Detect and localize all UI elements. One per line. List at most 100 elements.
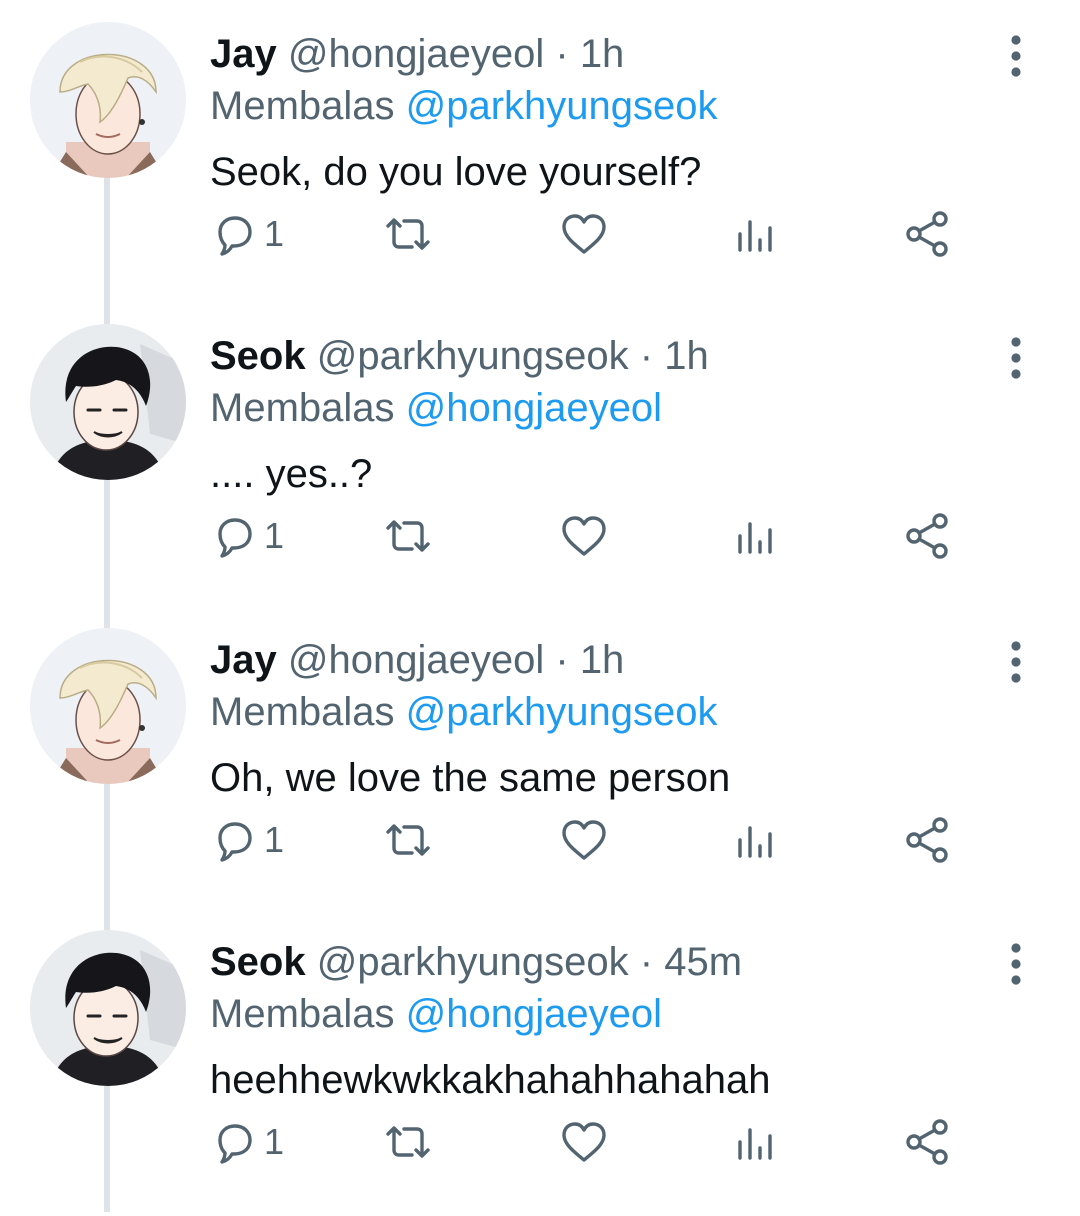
- comment-bubble-icon: [218, 518, 252, 558]
- reply-count: 1: [264, 819, 285, 860]
- retweet-button[interactable]: [380, 204, 436, 264]
- heart-icon: [562, 214, 606, 254]
- blonde-hair-avatar-image: [30, 22, 186, 178]
- action-bar: 1: [210, 810, 970, 870]
- share-button[interactable]: [902, 506, 954, 566]
- views-button[interactable]: [730, 1112, 778, 1172]
- reply-count: 1: [264, 515, 285, 556]
- reply-context: Membalas @hongjaeyeol: [210, 988, 970, 1040]
- more-options-button[interactable]: [1002, 942, 1030, 986]
- avatar[interactable]: [30, 324, 186, 480]
- views-button[interactable]: [730, 506, 778, 566]
- vertical-dots-icon: [1011, 641, 1021, 683]
- retweet-icon: [386, 218, 430, 250]
- tweet-text: Oh, we love the same person: [210, 756, 731, 800]
- separator-dot: ·: [555, 638, 569, 682]
- reply-context: Membalas @parkhyungseok: [210, 686, 970, 738]
- vertical-dots-icon: [1011, 35, 1021, 77]
- tweet-text: .... yes..?: [210, 452, 373, 496]
- display-name[interactable]: Seok: [210, 940, 306, 984]
- action-bar: 1: [210, 1112, 970, 1172]
- share-icon: [906, 1119, 948, 1165]
- action-bar: 1: [210, 204, 970, 264]
- handle[interactable]: @parkhyungseok: [317, 334, 629, 378]
- like-button[interactable]: [558, 204, 610, 264]
- reply-context: Membalas @hongjaeyeol: [210, 382, 970, 434]
- like-button[interactable]: [558, 810, 610, 870]
- more-options-button[interactable]: [1002, 34, 1030, 78]
- display-name[interactable]: Seok: [210, 334, 306, 378]
- reply-button[interactable]: 1: [210, 1112, 284, 1172]
- tweet-item[interactable]: Seok @parkhyungseok · 1h Membalas @hongj…: [0, 310, 1080, 610]
- reply-count: 1: [264, 213, 285, 254]
- comment-bubble-icon: [218, 216, 252, 256]
- reply-context: Membalas @parkhyungseok: [210, 80, 970, 132]
- tweet-header: Seok @parkhyungseok · 45m: [210, 936, 970, 988]
- like-button[interactable]: [558, 1112, 610, 1172]
- retweet-button[interactable]: [380, 506, 436, 566]
- timestamp[interactable]: 1h: [580, 32, 625, 76]
- handle[interactable]: @parkhyungseok: [317, 940, 629, 984]
- handle[interactable]: @hongjaeyeol: [288, 32, 544, 76]
- avatar[interactable]: [30, 22, 186, 178]
- bar-chart-icon: [738, 220, 772, 252]
- share-icon: [906, 817, 948, 863]
- reply-to-mention[interactable]: @parkhyungseok: [406, 690, 718, 734]
- timestamp[interactable]: 1h: [664, 334, 709, 378]
- tweet-content: Seok @parkhyungseok · 1h Membalas @hongj…: [210, 330, 970, 500]
- avatar[interactable]: [30, 930, 186, 1086]
- tweet-content: Seok @parkhyungseok · 45m Membalas @hong…: [210, 936, 970, 1106]
- reply-count: 1: [264, 1121, 285, 1162]
- display-name[interactable]: Jay: [210, 32, 277, 76]
- tweet-item[interactable]: Jay @hongjaeyeol · 1h Membalas @parkhyun…: [0, 8, 1080, 308]
- reply-thread: Jay @hongjaeyeol · 1h Membalas @parkhyun…: [0, 0, 1080, 1212]
- handle[interactable]: @hongjaeyeol: [288, 638, 544, 682]
- reply-to-mention[interactable]: @hongjaeyeol: [406, 386, 662, 430]
- tweet-content: Jay @hongjaeyeol · 1h Membalas @parkhyun…: [210, 28, 970, 198]
- black-hair-avatar-image: [30, 930, 186, 1086]
- retweet-button[interactable]: [380, 1112, 436, 1172]
- heart-icon: [562, 1122, 606, 1162]
- tweet-item[interactable]: Seok @parkhyungseok · 45m Membalas @hong…: [0, 916, 1080, 1216]
- reply-button[interactable]: 1: [210, 506, 284, 566]
- bar-chart-icon: [738, 1128, 772, 1160]
- retweet-icon: [386, 520, 430, 552]
- reply-to-mention[interactable]: @parkhyungseok: [406, 84, 718, 128]
- bar-chart-icon: [738, 826, 772, 858]
- timestamp[interactable]: 1h: [580, 638, 625, 682]
- separator-dot: ·: [639, 334, 654, 378]
- blonde-hair-avatar-image: [30, 628, 186, 784]
- avatar[interactable]: [30, 628, 186, 784]
- views-button[interactable]: [730, 810, 778, 870]
- retweet-icon: [386, 824, 430, 856]
- display-name[interactable]: Jay: [210, 638, 277, 682]
- vertical-dots-icon: [1011, 943, 1021, 985]
- reply-button[interactable]: 1: [210, 810, 284, 870]
- reply-to-mention[interactable]: @hongjaeyeol: [406, 992, 662, 1036]
- share-button[interactable]: [902, 1112, 954, 1172]
- views-button[interactable]: [730, 204, 778, 264]
- more-options-button[interactable]: [1002, 336, 1030, 380]
- share-button[interactable]: [902, 204, 954, 264]
- separator-dot: ·: [555, 32, 569, 76]
- reply-prefix: Membalas: [210, 386, 395, 430]
- vertical-dots-icon: [1011, 337, 1021, 379]
- comment-bubble-icon: [218, 1124, 252, 1164]
- timestamp[interactable]: 45m: [664, 940, 742, 984]
- tweet-header: Seok @parkhyungseok · 1h: [210, 330, 970, 382]
- more-options-button[interactable]: [1002, 640, 1030, 684]
- share-icon: [906, 211, 948, 257]
- tweet-text: Seok, do you love yourself?: [210, 150, 702, 194]
- like-button[interactable]: [558, 506, 610, 566]
- reply-button[interactable]: 1: [210, 204, 284, 264]
- action-bar: 1: [210, 506, 970, 566]
- heart-icon: [562, 516, 606, 556]
- tweet-header: Jay @hongjaeyeol · 1h: [210, 634, 970, 686]
- tweet-text: heehhewkwkkakhahahhahahah: [210, 1058, 771, 1102]
- tweet-item[interactable]: Jay @hongjaeyeol · 1h Membalas @parkhyun…: [0, 614, 1080, 914]
- separator-dot: ·: [639, 940, 654, 984]
- retweet-button[interactable]: [380, 810, 436, 870]
- bar-chart-icon: [738, 522, 772, 554]
- share-button[interactable]: [902, 810, 954, 870]
- retweet-icon: [386, 1126, 430, 1158]
